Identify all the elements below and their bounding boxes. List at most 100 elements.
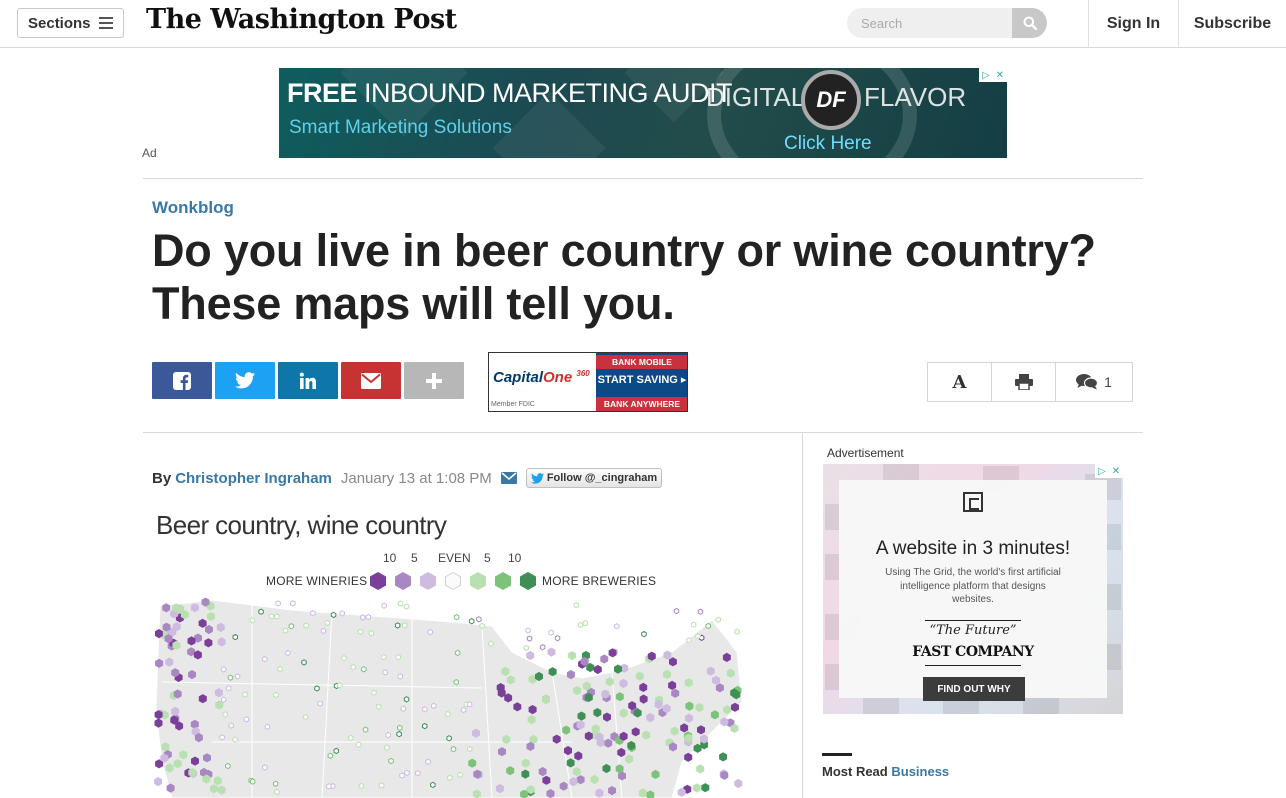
- hex-cell: [228, 722, 234, 729]
- search-button[interactable]: [1012, 8, 1047, 38]
- hex-cell: [337, 682, 343, 689]
- hex-cell: [242, 691, 248, 698]
- hex-cell: [397, 600, 404, 607]
- sign-in-link[interactable]: Sign In: [1088, 0, 1178, 47]
- beer-wine-map-graphic: Beer country, wine country 10 5 EVEN 5 1…: [152, 502, 752, 798]
- legend-swatch: [445, 572, 461, 590]
- hex-cell: [695, 633, 701, 640]
- hex-cell: [719, 752, 728, 762]
- twitter-icon: [235, 372, 255, 389]
- hex-cell: [380, 653, 387, 661]
- hex-cell: [219, 734, 225, 741]
- column-divider: [802, 433, 803, 798]
- collage-tile: [1023, 696, 1059, 714]
- font-size-button[interactable]: A: [928, 363, 992, 401]
- follow-label: Follow @_cingraham: [546, 472, 658, 484]
- hex-cell: [220, 666, 227, 673]
- share-more-button[interactable]: [404, 362, 464, 399]
- hex-cell: [488, 640, 494, 647]
- hex-cell: [249, 778, 256, 785]
- hex-cell: [453, 679, 459, 686]
- hex-cell: [444, 710, 451, 718]
- author-link[interactable]: Christopher Ingraham: [175, 470, 332, 487]
- share-twitter-button[interactable]: [215, 362, 275, 399]
- hex-cell: [275, 600, 281, 607]
- share-linkedin-button[interactable]: [278, 362, 338, 399]
- legend-number: 10: [383, 551, 397, 565]
- hex-cell: [388, 757, 394, 765]
- adchoices-badge[interactable]: ▷ ✕: [979, 68, 1007, 82]
- hex-cell: [430, 781, 436, 789]
- search-box: [847, 8, 1047, 38]
- ad-close-icon[interactable]: ✕: [996, 70, 1004, 81]
- search-input[interactable]: [847, 8, 1012, 38]
- subscribe-link[interactable]: Subscribe: [1178, 0, 1286, 47]
- hex-cell: [273, 691, 279, 699]
- graphic-title: Beer country, wine country: [156, 510, 447, 540]
- hex-cell: [222, 711, 228, 718]
- ad-start-text: START SAVING: [597, 374, 678, 386]
- hex-cell: [264, 723, 271, 730]
- hex-cell: [692, 783, 701, 793]
- find-out-why-button[interactable]: FIND OUT WHY: [923, 677, 1025, 701]
- hex-cell: [358, 782, 365, 790]
- hex-cell: [582, 619, 589, 627]
- hex-cell: [460, 706, 467, 714]
- site-logo[interactable]: The Washington Post: [146, 4, 457, 35]
- hex-cell: [385, 731, 391, 739]
- twitter-follow-button[interactable]: Follow @_cingraham: [525, 468, 663, 488]
- hex-cell: [686, 637, 692, 644]
- print-button[interactable]: [992, 363, 1056, 401]
- top-navigation-bar: Sections The Washington Post Sign In Sub…: [0, 0, 1286, 48]
- hex-cell: [384, 744, 390, 751]
- hex-cell: [431, 702, 437, 710]
- share-facebook-button[interactable]: [152, 362, 212, 399]
- ad-rule: [925, 665, 1021, 666]
- hex-cell: [734, 778, 743, 789]
- comments-button[interactable]: 1: [1056, 363, 1132, 401]
- sections-menu-button[interactable]: Sections: [17, 8, 124, 38]
- share-email-button[interactable]: [341, 362, 401, 399]
- email-author-button[interactable]: [500, 472, 517, 484]
- divider: [143, 432, 1143, 433]
- sidebar-ad-the-grid[interactable]: ▷ ✕ A website in 3 minutes! Using The Gri…: [823, 464, 1123, 714]
- hex-cell: [394, 622, 401, 629]
- ad-publisher-logo: FAST COMPANY: [912, 644, 1034, 660]
- hex-cell: [415, 770, 421, 777]
- inline-ad-capital-one[interactable]: CapitalOne 360 Member FDIC BANK MOBILE S…: [488, 352, 688, 412]
- ad-band-bottom: BANK ANYWHERE: [596, 397, 687, 411]
- hex-cell: [673, 607, 680, 615]
- hex-cell: [355, 741, 362, 748]
- most-read-section-link[interactable]: Business: [891, 764, 949, 779]
- section-kicker[interactable]: Wonkblog: [152, 198, 234, 218]
- legend-swatch: [470, 572, 486, 590]
- banner-ad[interactable]: FREE INBOUND MARKETING AUDIT Smart Marke…: [279, 68, 1007, 158]
- hex-cell: [225, 685, 232, 692]
- ad-card-headline: A website in 3 minutes!: [875, 538, 1071, 559]
- twitter-bird-icon: [530, 472, 544, 484]
- ad-close-icon[interactable]: ✕: [1112, 466, 1120, 477]
- hex-cell: [310, 610, 316, 617]
- hex-cell: [339, 610, 345, 617]
- ad-tagline: Smart Marketing Solutions: [289, 117, 512, 138]
- ad-cta[interactable]: Click Here: [784, 133, 872, 155]
- comments-icon: [1076, 374, 1099, 390]
- email-icon: [361, 372, 381, 389]
- hex-cell: [341, 655, 347, 662]
- hex-cell: [381, 602, 387, 609]
- article-tools: A 1: [927, 362, 1133, 402]
- hex-cell: [525, 627, 531, 634]
- envelope-icon: [500, 472, 517, 484]
- hex-cell: [301, 659, 307, 666]
- adchoices-badge[interactable]: ▷ ✕: [1095, 464, 1123, 478]
- most-read-prefix: Most Read: [822, 764, 888, 779]
- legend-swatch: [370, 572, 386, 590]
- hex-cell: [382, 669, 388, 676]
- hex-cell: [249, 617, 256, 624]
- comment-count: 1: [1104, 374, 1112, 390]
- adchoices-icon: ▷: [981, 69, 990, 81]
- hex-cell: [593, 664, 602, 675]
- hex-cell: [282, 627, 289, 634]
- fdic-notice: Member FDIC: [491, 401, 535, 408]
- hex-cell: [258, 608, 264, 615]
